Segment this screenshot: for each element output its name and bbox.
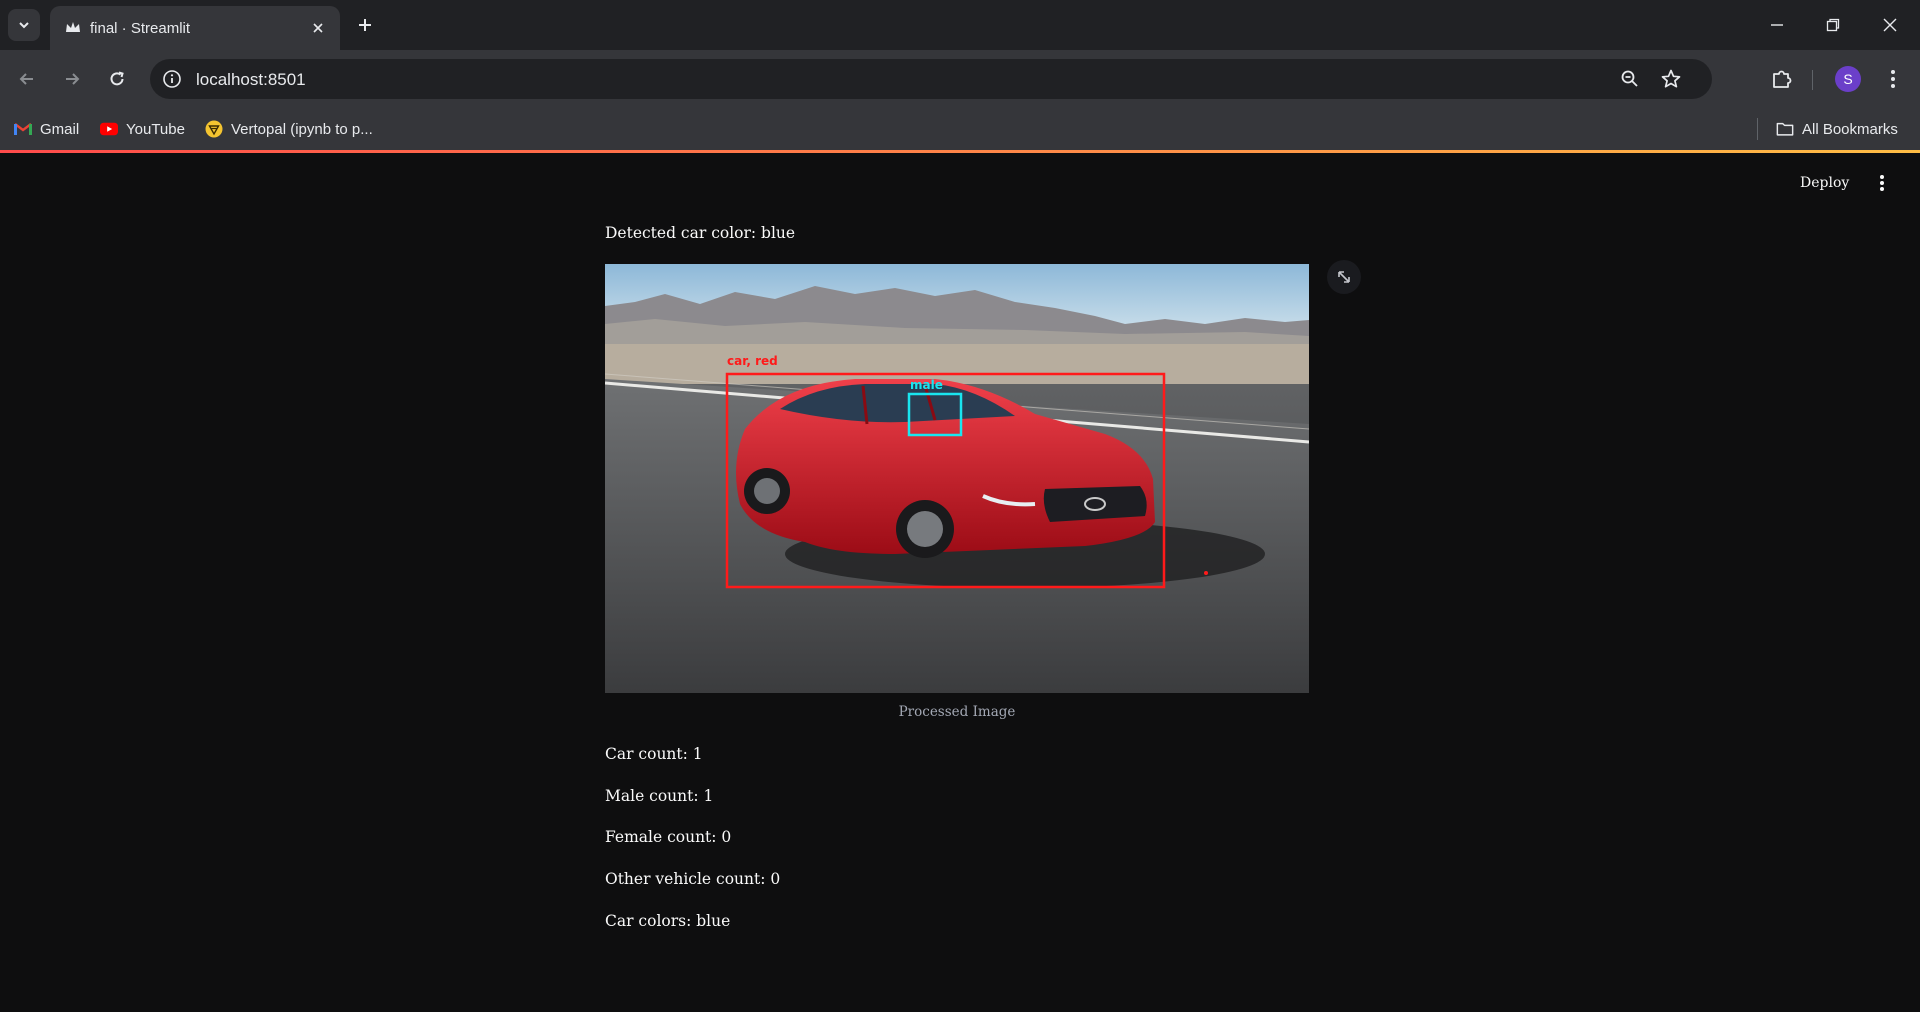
new-tab-button[interactable] xyxy=(352,12,378,38)
bookmark-vertopal[interactable]: Vertopal (ipynb to p... xyxy=(205,116,373,142)
info-icon[interactable] xyxy=(162,69,182,89)
streamlit-app: Deploy Detected car color: blue car, red… xyxy=(0,153,1920,1012)
detected-color-text: Detected car color: blue xyxy=(605,224,796,242)
minimize-button[interactable] xyxy=(1757,10,1797,40)
tab-close-button[interactable] xyxy=(308,18,328,38)
app-main-menu-button[interactable] xyxy=(1870,171,1894,195)
bookmark-star-icon[interactable] xyxy=(1660,68,1682,90)
tab-title: final · Streamlit xyxy=(90,20,191,37)
extensions-puzzle-icon[interactable] xyxy=(1769,66,1795,92)
restore-icon xyxy=(1826,18,1840,32)
bookmarks-divider xyxy=(1757,118,1758,140)
browser-menu-button[interactable] xyxy=(1880,66,1906,92)
male-count-text: Male count: 1 xyxy=(605,787,714,805)
profile-avatar[interactable]: S xyxy=(1835,66,1861,92)
reload-button[interactable] xyxy=(101,63,133,95)
chevron-down-icon xyxy=(19,22,29,29)
toolbar-divider xyxy=(1812,70,1813,90)
person-detection-label: male xyxy=(910,378,943,392)
forward-button[interactable] xyxy=(56,63,88,95)
reload-icon xyxy=(110,71,124,86)
gmail-icon xyxy=(14,120,32,138)
car-detection-label: car, red xyxy=(727,354,778,368)
streamlit-crown-icon xyxy=(66,22,80,32)
window-close-button[interactable] xyxy=(1870,10,1910,40)
bookmark-label: Gmail xyxy=(40,120,80,138)
bookmark-label: YouTube xyxy=(126,120,185,138)
restore-button[interactable] xyxy=(1813,10,1853,40)
browser-toolbar: localhost:8501 S xyxy=(0,50,1920,108)
kebab-menu-icon xyxy=(1880,175,1884,191)
bookmark-gmail[interactable]: Gmail xyxy=(14,116,79,142)
image-caption: Processed Image xyxy=(898,704,1016,720)
car-count-text: Car count: 1 xyxy=(605,745,703,763)
female-count-text: Female count: 0 xyxy=(605,828,732,846)
browser-tab-active[interactable]: final · Streamlit xyxy=(50,6,340,50)
address-bar[interactable]: localhost:8501 xyxy=(150,59,1712,99)
all-bookmarks-label: All Bookmarks xyxy=(1802,120,1898,138)
arrow-right-icon xyxy=(66,73,80,85)
close-icon xyxy=(1883,18,1897,32)
expand-icon xyxy=(1338,271,1350,283)
vertopal-icon xyxy=(205,120,223,138)
car-colors-text: Car colors: blue xyxy=(605,912,731,930)
browser-tab-strip: final · Streamlit xyxy=(0,0,1920,50)
processed-image: car, red male xyxy=(605,264,1309,693)
tab-search-button[interactable] xyxy=(8,9,40,41)
close-icon xyxy=(313,23,323,33)
fullscreen-button[interactable] xyxy=(1327,260,1361,294)
youtube-icon xyxy=(100,120,118,138)
kebab-menu-icon xyxy=(1891,70,1895,88)
arrow-left-icon xyxy=(19,73,33,85)
back-button[interactable] xyxy=(11,63,43,95)
deploy-button[interactable]: Deploy xyxy=(1800,175,1849,191)
other-vehicle-count-text: Other vehicle count: 0 xyxy=(605,870,781,888)
bookmark-label: Vertopal (ipynb to p... xyxy=(231,120,373,138)
all-bookmarks-button[interactable]: All Bookmarks xyxy=(1776,116,1898,142)
zoom-out-icon[interactable] xyxy=(1620,69,1640,89)
minimize-icon xyxy=(1771,24,1783,26)
folder-icon xyxy=(1776,120,1794,138)
plus-icon xyxy=(359,19,371,31)
bookmarks-bar: Gmail YouTube Vertopal (ipynb to p... Al… xyxy=(0,108,1920,150)
bookmark-youtube[interactable]: YouTube xyxy=(100,116,185,142)
url-text: localhost:8501 xyxy=(196,70,306,89)
